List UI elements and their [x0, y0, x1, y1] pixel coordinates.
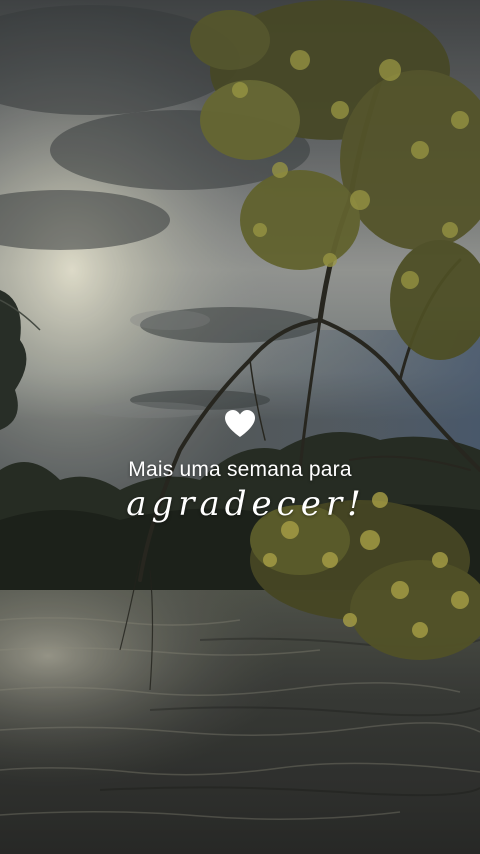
caption-line-2: agradecer! [126, 484, 366, 524]
caption-line-1: Mais uma semana para [128, 458, 352, 481]
caption-overlay: Mais uma semana para agradecer! [0, 408, 480, 524]
heart-icon [225, 410, 255, 437]
photo-scene: Mais uma semana para agradecer! [0, 0, 480, 854]
